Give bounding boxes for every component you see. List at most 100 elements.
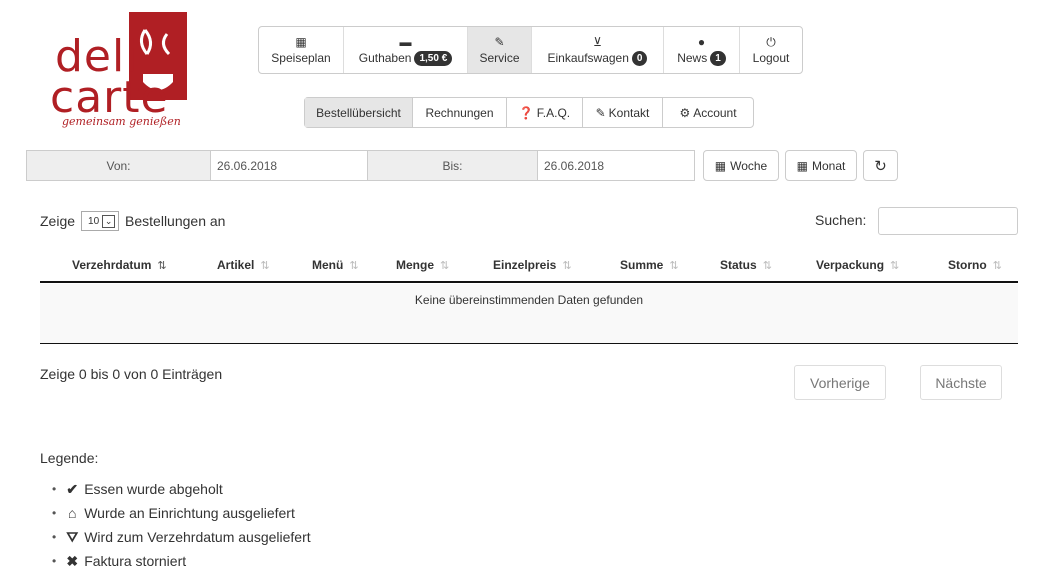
legend-text: Wird zum Verzehrdatum ausgeliefert bbox=[84, 529, 311, 545]
nav-news[interactable]: ● News 1 bbox=[664, 27, 740, 73]
legend-item: • ✖ Faktura storniert bbox=[52, 549, 311, 566]
main-nav: ▦ Speiseplan ▬ Guthaben 1,50 € ✎ Service … bbox=[258, 26, 803, 74]
col-verpackung[interactable]: Verpackung ⇅ bbox=[816, 258, 899, 272]
sort-icon: ⇅ bbox=[669, 260, 679, 272]
sort-icon: ⇅ bbox=[762, 260, 772, 272]
page-size-value: 10 bbox=[88, 215, 100, 227]
col-menge[interactable]: Menge ⇅ bbox=[396, 258, 449, 272]
tab-kontakt[interactable]: ✎ Kontakt bbox=[583, 98, 663, 127]
legend-title: Legende: bbox=[40, 450, 99, 466]
nav-label: News bbox=[677, 51, 708, 65]
cart-icon: ⊻ bbox=[593, 34, 602, 49]
tab-faq[interactable]: ❓ F.A.Q. bbox=[507, 98, 583, 127]
nav-label: Speiseplan bbox=[271, 51, 331, 65]
page-size-control: Zeige 10 ⌄ Bestellungen an bbox=[40, 211, 225, 231]
cart-count-badge: 0 bbox=[631, 50, 648, 66]
col-storno[interactable]: Storno ⇅ bbox=[948, 258, 1002, 272]
search-label: Suchen: bbox=[815, 212, 867, 228]
sort-asc-icon: ⇅ bbox=[157, 260, 167, 272]
nav-service[interactable]: ✎ Service bbox=[468, 27, 532, 73]
tab-label: Kontakt bbox=[608, 105, 650, 120]
page-size-select[interactable]: 10 ⌄ bbox=[81, 211, 120, 231]
tab-account[interactable]: ⚙ Account bbox=[663, 98, 753, 127]
show-suffix: Bestellungen an bbox=[125, 213, 226, 229]
nav-speiseplan[interactable]: ▦ Speiseplan bbox=[259, 27, 344, 73]
chevron-down-icon: ⌄ bbox=[102, 214, 116, 228]
empty-message: Keine übereinstimmenden Daten gefunden bbox=[414, 293, 644, 307]
x-icon: ✖ bbox=[66, 553, 79, 566]
road-icon: ⛛ bbox=[66, 529, 79, 545]
previous-button[interactable]: Vorherige bbox=[794, 365, 886, 400]
sort-icon: ⇅ bbox=[349, 260, 359, 272]
legend-list: • ✔ Essen wurde abgeholt • ⌂ Wurde an Einric… bbox=[52, 477, 311, 566]
nav-label: Guthaben bbox=[358, 51, 412, 65]
refresh-button[interactable]: ↻ bbox=[863, 150, 898, 181]
pencil-icon: ✎ bbox=[494, 35, 505, 49]
month-button[interactable]: ▦ Monat bbox=[785, 150, 857, 181]
legend-item: • ⌂ Wurde an Einrichtung ausgeliefert bbox=[52, 505, 295, 521]
column-label: Menge bbox=[396, 258, 435, 272]
nav-logout[interactable]: ⏻ Logout bbox=[740, 27, 802, 73]
tab-label: F.A.Q. bbox=[536, 105, 571, 120]
show-prefix: Zeige bbox=[40, 213, 76, 229]
from-date-input[interactable]: 26.06.2018 bbox=[211, 150, 368, 181]
col-menue[interactable]: Menü ⇅ bbox=[312, 258, 359, 272]
sort-icon: ⇅ bbox=[562, 260, 572, 272]
check-icon: ✔ bbox=[66, 481, 79, 497]
date-range: Von: 26.06.2018 Bis: 26.06.2018 bbox=[26, 150, 695, 181]
logo-slogan: gemeinsam genießen bbox=[62, 115, 181, 128]
pagination-info: Zeige 0 bis 0 von 0 Einträgen bbox=[40, 366, 223, 382]
calendar-icon: ▦ bbox=[714, 158, 727, 173]
week-button-label: Woche bbox=[730, 158, 768, 173]
tab-label: Account bbox=[693, 105, 737, 120]
pencil-icon: ✎ bbox=[595, 105, 606, 120]
week-button[interactable]: ▦ Woche bbox=[703, 150, 779, 181]
credit-card-icon: ▬ bbox=[399, 34, 412, 49]
refresh-icon: ↻ bbox=[874, 157, 887, 175]
search-input[interactable] bbox=[878, 207, 1018, 235]
sort-icon: ⇅ bbox=[992, 260, 1002, 272]
to-date-input[interactable]: 26.06.2018 bbox=[538, 150, 695, 181]
calendar-icon: ▦ bbox=[796, 158, 808, 173]
nav-label: Logout bbox=[752, 51, 790, 65]
service-subnav: Bestellübersicht Rechnungen ❓ F.A.Q. ✎ K… bbox=[304, 97, 754, 128]
tab-label: Rechnungen bbox=[425, 105, 494, 120]
table-header: Verzehrdatum ⇅ Artikel ⇅ Menü ⇅ Menge ⇅ Einz… bbox=[40, 248, 1018, 283]
next-button[interactable]: Nächste bbox=[920, 365, 1002, 400]
sort-icon: ⇅ bbox=[260, 260, 270, 272]
tab-rechnungen[interactable]: Rechnungen bbox=[413, 98, 507, 127]
col-status[interactable]: Status ⇅ bbox=[720, 258, 772, 272]
month-button-label: Monat bbox=[811, 158, 846, 173]
column-label: Artikel bbox=[217, 258, 255, 272]
from-label: Von: bbox=[26, 150, 211, 181]
nav-einkaufswagen[interactable]: ⊻ Einkaufswagen 0 bbox=[532, 27, 664, 73]
col-summe[interactable]: Summe ⇅ bbox=[620, 258, 679, 272]
logo-text-carte: carte bbox=[50, 72, 169, 123]
balance-badge: 1,50 € bbox=[414, 50, 453, 66]
power-icon: ⏻ bbox=[766, 35, 776, 49]
column-label: Einzelpreis bbox=[493, 258, 557, 272]
gear-icon: ⚙ bbox=[679, 105, 691, 120]
legend-item: • ✔ Essen wurde abgeholt bbox=[52, 481, 223, 497]
to-label: Bis: bbox=[368, 150, 538, 181]
sort-icon: ⇅ bbox=[440, 260, 450, 272]
tab-bestelluebersicht[interactable]: Bestellübersicht bbox=[305, 98, 413, 127]
column-label: Menü bbox=[312, 258, 344, 272]
sort-icon: ⇅ bbox=[890, 260, 900, 272]
info-icon: ● bbox=[697, 34, 706, 49]
column-label: Summe bbox=[620, 258, 664, 272]
news-count-badge: 1 bbox=[710, 50, 726, 66]
column-label: Status bbox=[720, 258, 757, 272]
legend-text: Wurde an Einrichtung ausgeliefert bbox=[84, 505, 295, 521]
legend-text: Faktura storniert bbox=[84, 553, 187, 566]
calendar-icon: ▦ bbox=[295, 35, 307, 49]
nav-guthaben[interactable]: ▬ Guthaben 1,50 € bbox=[344, 27, 468, 73]
col-verzehrdatum[interactable]: Verzehrdatum ⇅ bbox=[72, 258, 167, 272]
nav-label: Einkaufswagen bbox=[547, 51, 629, 65]
column-label: Storno bbox=[948, 258, 987, 272]
col-einzelpreis[interactable]: Einzelpreis ⇅ bbox=[493, 258, 572, 272]
home-icon: ⌂ bbox=[67, 505, 77, 521]
question-icon: ❓ bbox=[518, 105, 534, 120]
table-body: Keine übereinstimmenden Daten gefunden bbox=[40, 284, 1018, 344]
col-artikel[interactable]: Artikel ⇅ bbox=[217, 258, 270, 272]
